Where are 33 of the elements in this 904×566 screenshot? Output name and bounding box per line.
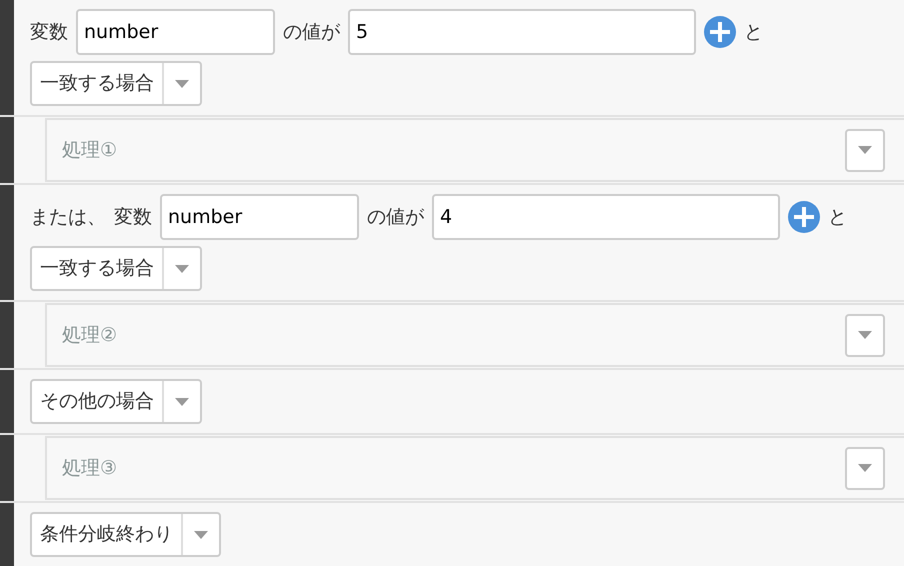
value-field[interactable]: 5 xyxy=(348,9,696,55)
variable-field[interactable]: number xyxy=(160,194,359,240)
row-handle[interactable] xyxy=(0,185,14,300)
plus-icon[interactable] xyxy=(788,201,820,233)
dropdown-button[interactable] xyxy=(845,446,885,490)
caret-icon xyxy=(175,264,189,272)
label-text: 変数 xyxy=(30,20,68,45)
row-handle[interactable] xyxy=(0,503,14,566)
caret-icon xyxy=(175,80,189,88)
slot-label: 処理② xyxy=(62,322,118,348)
dropdown-button[interactable] xyxy=(845,314,885,356)
caret-icon xyxy=(858,464,872,472)
variable-field[interactable]: number xyxy=(76,9,275,55)
label-text: の値が xyxy=(283,20,340,45)
label-text: と xyxy=(828,204,847,230)
row-handle[interactable] xyxy=(0,302,14,368)
value-field[interactable]: 4 xyxy=(432,194,780,240)
label-text: の値が xyxy=(367,204,424,230)
row-handle[interactable] xyxy=(0,117,14,183)
row-handle[interactable] xyxy=(0,370,14,433)
plus-icon[interactable] xyxy=(704,16,736,48)
label-text: または、 xyxy=(30,204,106,230)
dropdown-button[interactable] xyxy=(845,128,885,172)
slot-label: 処理① xyxy=(62,138,118,163)
caret-icon xyxy=(858,331,872,339)
caret-icon xyxy=(858,146,872,154)
label-text: 変数 xyxy=(114,204,152,230)
caret-icon xyxy=(175,398,189,406)
caret-icon xyxy=(194,530,208,538)
row-handle[interactable] xyxy=(0,0,14,115)
label-text: と xyxy=(744,20,763,45)
slot-label: 処理③ xyxy=(62,456,118,481)
row-handle[interactable] xyxy=(0,435,14,501)
